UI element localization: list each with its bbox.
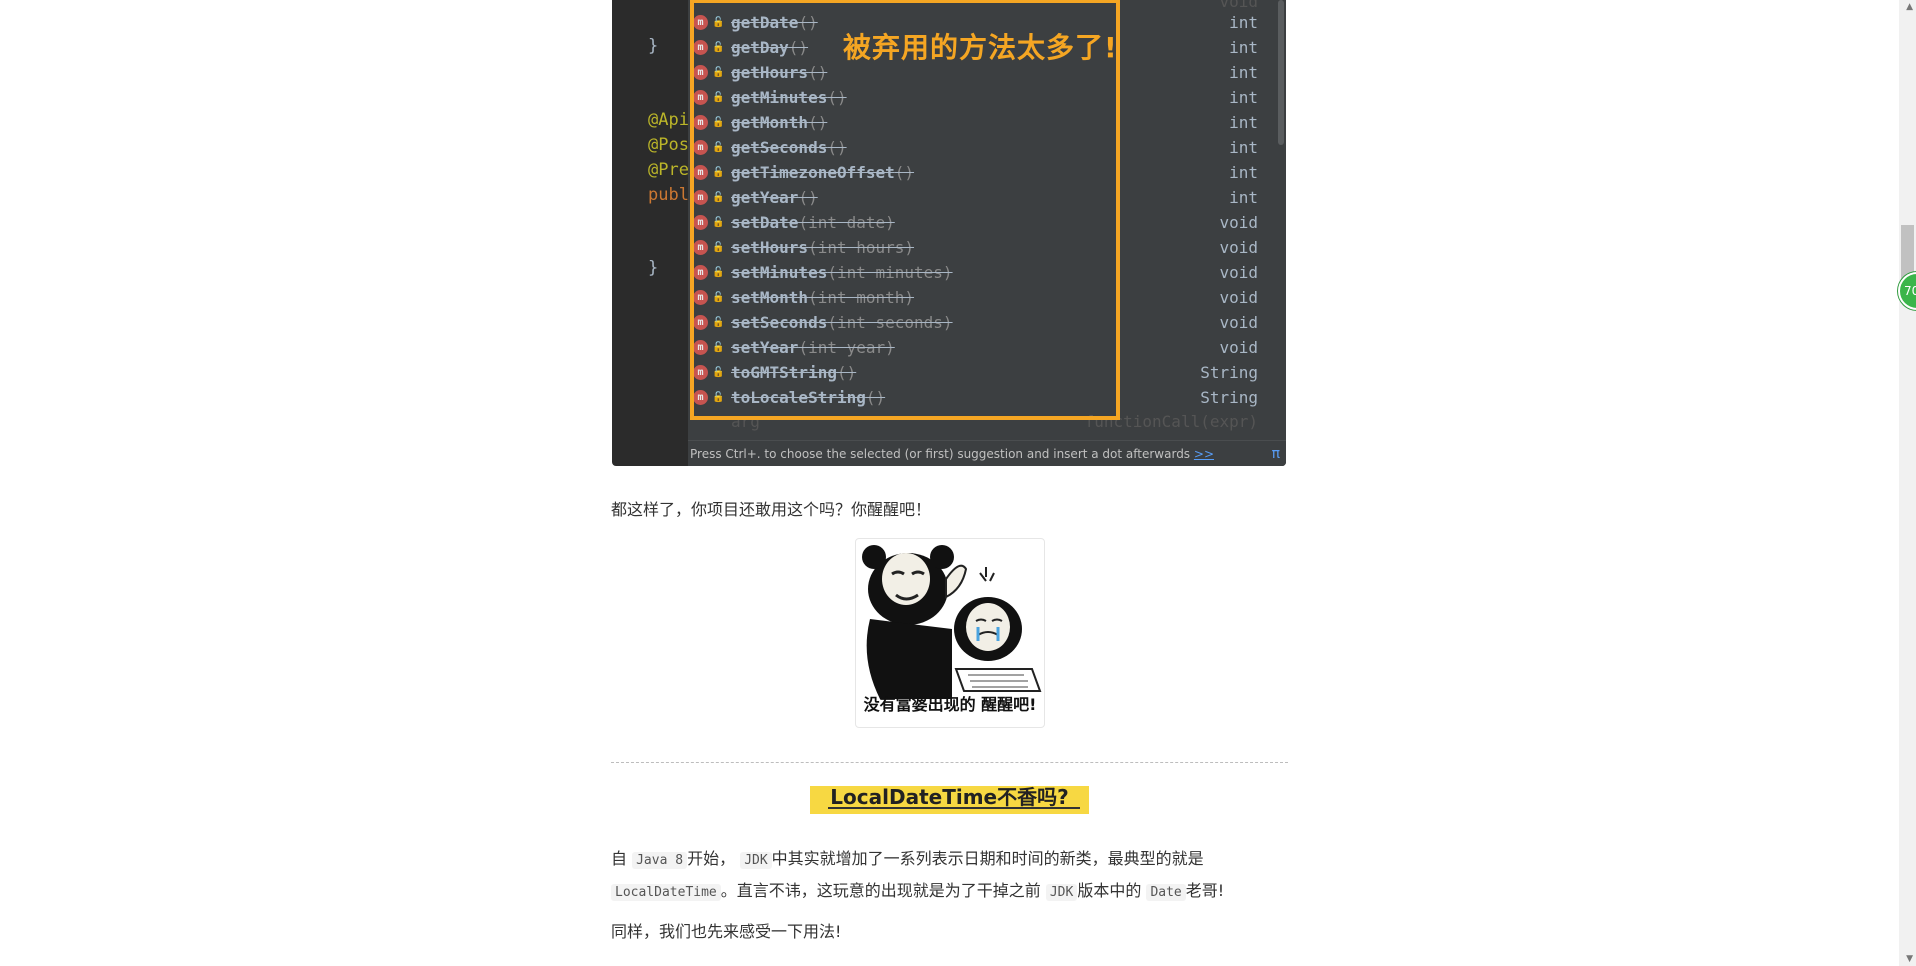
completion-return-type: void xyxy=(1219,288,1258,307)
completion-return-type: int xyxy=(1229,188,1258,207)
text: 。直言不讳，这玩意的出现就是为了干掉之前 xyxy=(720,881,1041,900)
completion-return-type: void xyxy=(1219,238,1258,257)
completion-return-type: int xyxy=(1229,138,1258,157)
completion-return-type: void xyxy=(1219,213,1258,232)
completion-return-type: int xyxy=(1229,38,1258,57)
section-heading: LocalDateTime不香吗? xyxy=(830,785,1069,809)
code-brace: } xyxy=(648,36,659,56)
code-keyword: publ xyxy=(648,185,689,205)
text: 自 xyxy=(611,849,628,868)
completion-return-type: void xyxy=(1219,338,1258,357)
hint-link[interactable]: >> xyxy=(1194,447,1214,461)
section-divider xyxy=(611,762,1288,763)
completion-return-type: int xyxy=(1229,113,1258,132)
popup-scrollbar[interactable] xyxy=(1276,0,1286,440)
text: 版本中的 xyxy=(1077,881,1142,900)
scroll-up-icon[interactable]: ▲ xyxy=(1906,2,1913,12)
pi-icon[interactable]: π xyxy=(1272,441,1280,466)
code-annotation: @Pre xyxy=(648,160,689,180)
panda-meme-icon xyxy=(862,545,1042,699)
inline-code: Java 8 xyxy=(632,852,688,869)
completion-return-type: void xyxy=(1219,313,1258,332)
code-brace: } xyxy=(648,258,659,278)
paragraph-2: 自 Java 8 开始， JDK 中其实就增加了一系列表示日期和时间的新类，最典型的… xyxy=(611,844,1291,908)
inline-code: JDK xyxy=(740,852,772,869)
heading-underline xyxy=(828,807,1080,809)
completion-hint-bar: Press Ctrl+. to choose the selected (or … xyxy=(688,440,1286,466)
completion-return-type: void xyxy=(1219,263,1258,282)
scroll-down-icon[interactable]: ▼ xyxy=(1906,954,1913,964)
inline-code: LocalDateTime xyxy=(611,884,721,901)
text: 老哥! xyxy=(1185,881,1225,900)
text: 中其实就增加了一系列表示日期和时间的新类，最典型的就是 xyxy=(771,849,1204,868)
code-annotation: @Pos xyxy=(648,135,689,155)
inline-code: Date xyxy=(1146,884,1186,901)
meme-caption: 没有富婆出现的 醒醒吧! xyxy=(863,695,1037,714)
inline-code: JDK xyxy=(1045,884,1078,901)
completion-return-type: int xyxy=(1229,88,1258,107)
code-annotation: @Api xyxy=(648,110,689,130)
page-scrollbar[interactable]: ▲ ▼ xyxy=(1899,0,1916,966)
completion-return-type: int xyxy=(1229,13,1258,32)
paragraph-3: 同样，我们也先来感受一下用法! xyxy=(611,922,842,941)
completion-return-type: int xyxy=(1229,63,1258,82)
completion-return-type: String xyxy=(1200,363,1258,382)
deprecated-annotation-text: 被弃用的方法太多了! xyxy=(843,31,1118,64)
panda-meme-image: 没有富婆出现的 醒醒吧! xyxy=(855,538,1045,728)
paragraph-1: 都这样了，你项目还敢用这个吗？你醒醒吧！ xyxy=(611,500,932,519)
popup-scrollbar-thumb[interactable] xyxy=(1278,0,1284,145)
completion-return-type: int xyxy=(1229,163,1258,182)
text: 开始， xyxy=(687,849,736,868)
hint-text: Press Ctrl+. to choose the selected (or … xyxy=(690,447,1191,461)
completion-return-type: String xyxy=(1200,388,1258,407)
